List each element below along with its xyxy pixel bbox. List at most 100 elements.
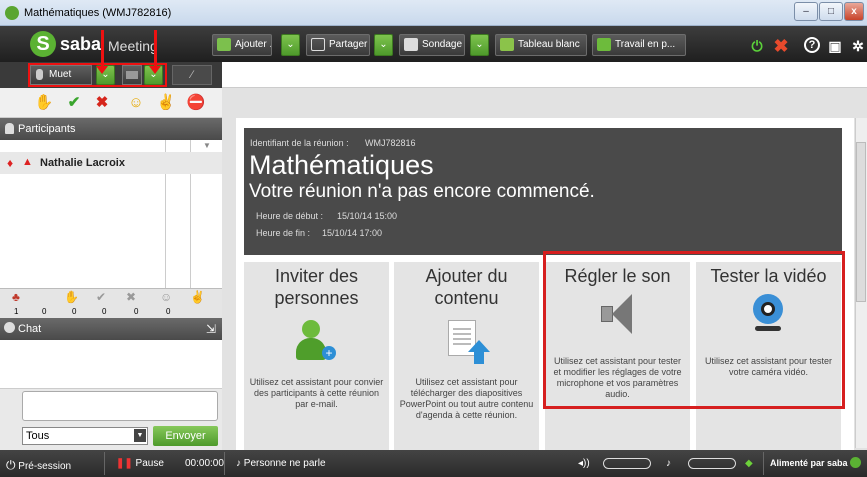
chat-input[interactable] bbox=[22, 391, 218, 421]
away-icon[interactable]: ⛔ bbox=[184, 92, 208, 114]
sort-arrow-icon[interactable]: ▼ bbox=[203, 141, 211, 150]
feedback-stats-row bbox=[0, 288, 222, 318]
minimize-button[interactable]: – bbox=[794, 2, 818, 21]
share-dropdown-button[interactable]: ⌄ bbox=[374, 34, 393, 56]
pen-icon: ∕ bbox=[191, 69, 193, 81]
raise-hand-icon[interactable]: ✋ bbox=[32, 92, 56, 114]
powered-by-label: Alimenté par saba bbox=[770, 458, 848, 468]
annotation-arrowhead bbox=[96, 66, 108, 74]
scrollbar-thumb[interactable] bbox=[856, 142, 866, 302]
settings-gear-icon[interactable]: ✲ bbox=[849, 37, 867, 55]
connection-signal-icon: ◆ bbox=[745, 458, 753, 469]
add-content-tile[interactable]: Ajouter du contenu Utilisez cet assistan… bbox=[394, 262, 539, 450]
whiteboard-button[interactable]: Tableau blanc bbox=[495, 34, 587, 56]
breakout-button[interactable]: Travail en p... bbox=[592, 34, 686, 56]
saba-logo-text: saba bbox=[60, 34, 102, 54]
annotation-arrow bbox=[154, 30, 157, 70]
invite-people-tile[interactable]: Inviter des personnes + Utilisez cet ass… bbox=[244, 262, 389, 450]
divider bbox=[763, 452, 764, 475]
person-icon bbox=[5, 123, 14, 134]
applause-icon[interactable]: ✌ bbox=[154, 92, 178, 114]
tile-title: Inviter des personnes bbox=[274, 266, 359, 308]
pause-button[interactable]: ❚❚ Pause bbox=[116, 458, 164, 469]
start-time-value: 15/10/14 15:00 bbox=[337, 211, 398, 221]
screen-icon bbox=[311, 38, 325, 51]
agree-count-icon: ✔ bbox=[96, 290, 107, 304]
stat-count: 0 bbox=[102, 307, 107, 316]
power-icon: ⏻ bbox=[6, 458, 16, 472]
meeting-logo-text: Meeting bbox=[108, 38, 158, 54]
layout-icon[interactable]: ▣ bbox=[826, 37, 844, 55]
microphone-muted-icon: ♦ bbox=[7, 156, 14, 170]
content-toolbar bbox=[222, 62, 867, 88]
participants-count-icon: ♣ bbox=[12, 290, 20, 304]
poll-button[interactable]: Sondage bbox=[399, 34, 465, 56]
recipient-select[interactable]: Tous ▼ bbox=[22, 427, 148, 445]
presenter-icon: ▲ bbox=[22, 156, 33, 168]
speaker-volume-icon: ◂)) bbox=[578, 458, 590, 469]
session-timer: 00:00:00 bbox=[185, 458, 224, 469]
end-time-label: Heure de fin : bbox=[256, 228, 311, 238]
app-icon bbox=[5, 6, 19, 20]
participant-name: Nathalie Lacroix bbox=[40, 157, 125, 169]
speaker-volume-slider[interactable] bbox=[603, 458, 651, 469]
microphone-volume-slider[interactable] bbox=[688, 458, 736, 469]
maximize-button[interactable]: □ bbox=[819, 2, 843, 21]
add-icon bbox=[217, 38, 231, 51]
window-title: Mathématiques (WMJ782816) bbox=[24, 7, 172, 19]
raise-hand-count-icon: ✋ bbox=[64, 290, 79, 304]
annotation-arrow bbox=[101, 30, 104, 70]
stat-count: 0 bbox=[72, 307, 77, 316]
group-icon bbox=[597, 38, 611, 51]
send-button[interactable]: Envoyer bbox=[153, 426, 218, 446]
end-meeting-icon[interactable]: ✖ bbox=[772, 37, 790, 55]
chat-messages bbox=[0, 340, 222, 388]
microphone-level-icon: ♪ bbox=[666, 458, 671, 469]
add-user-icon: + bbox=[296, 320, 336, 364]
away-count-icon: ✌ bbox=[190, 290, 205, 304]
add-dropdown-button[interactable]: ⌄ bbox=[281, 34, 300, 56]
window-titlebar: Mathématiques (WMJ782816) bbox=[0, 0, 867, 26]
pause-icon: ❚❚ bbox=[116, 458, 133, 469]
upload-document-icon bbox=[446, 320, 490, 366]
speaker-status: ♪ Personne ne parle bbox=[236, 458, 326, 469]
participant-row[interactable]: ♦ ▲ Nathalie Lacroix bbox=[0, 152, 222, 174]
poll-dropdown-button[interactable]: ⌄ bbox=[470, 34, 489, 56]
divider bbox=[224, 452, 225, 475]
smile-icon[interactable]: ☺ bbox=[124, 92, 148, 114]
disagree-cross-icon[interactable]: ✖ bbox=[90, 92, 114, 114]
tile-title: Ajouter du contenu bbox=[425, 266, 508, 308]
meeting-status: Votre réunion n'a pas encore commencé. bbox=[249, 181, 595, 202]
stat-count: 0 bbox=[166, 307, 171, 316]
whiteboard-icon bbox=[500, 38, 514, 51]
meeting-id-value: WMJ782816 bbox=[365, 138, 416, 148]
annotate-button[interactable]: ∕ bbox=[172, 65, 212, 85]
stat-count: 0 bbox=[42, 307, 47, 316]
disagree-count-icon: ✖ bbox=[126, 290, 137, 304]
divider bbox=[104, 452, 105, 475]
close-window-button[interactable]: x bbox=[844, 2, 864, 21]
tile-description: Utilisez cet assistant pour télécharger … bbox=[399, 377, 534, 420]
agree-check-icon[interactable]: ✔ bbox=[62, 92, 86, 114]
microphone-icon: ♪ bbox=[236, 458, 241, 469]
help-icon[interactable]: ? bbox=[804, 37, 820, 53]
end-time-value: 15/10/14 17:00 bbox=[322, 228, 383, 238]
chevron-down-icon: ▼ bbox=[134, 429, 146, 442]
stat-count: 1 bbox=[14, 307, 19, 316]
smile-count-icon: ☺ bbox=[160, 290, 173, 304]
stat-count: 0 bbox=[134, 307, 139, 316]
presession-button[interactable]: ⏻ Pré-session bbox=[6, 458, 71, 473]
poll-icon bbox=[404, 38, 418, 51]
start-time-label: Heure de début : bbox=[256, 211, 324, 221]
tile-description: Utilisez cet assistant pour convier des … bbox=[249, 377, 384, 409]
share-button[interactable]: Partager bbox=[306, 34, 370, 56]
chat-bubble-icon bbox=[4, 322, 15, 333]
power-icon[interactable]: ⏻ bbox=[748, 37, 766, 55]
participants-header[interactable]: Participants bbox=[0, 118, 222, 140]
saba-logo-icon: S bbox=[30, 31, 56, 57]
chat-header[interactable]: Chat ⇲ bbox=[0, 318, 222, 340]
annotation-arrowhead bbox=[149, 66, 161, 74]
add-button[interactable]: Ajouter ... bbox=[212, 34, 272, 56]
annotation-highlight bbox=[543, 251, 845, 409]
popout-icon[interactable]: ⇲ bbox=[206, 318, 216, 340]
